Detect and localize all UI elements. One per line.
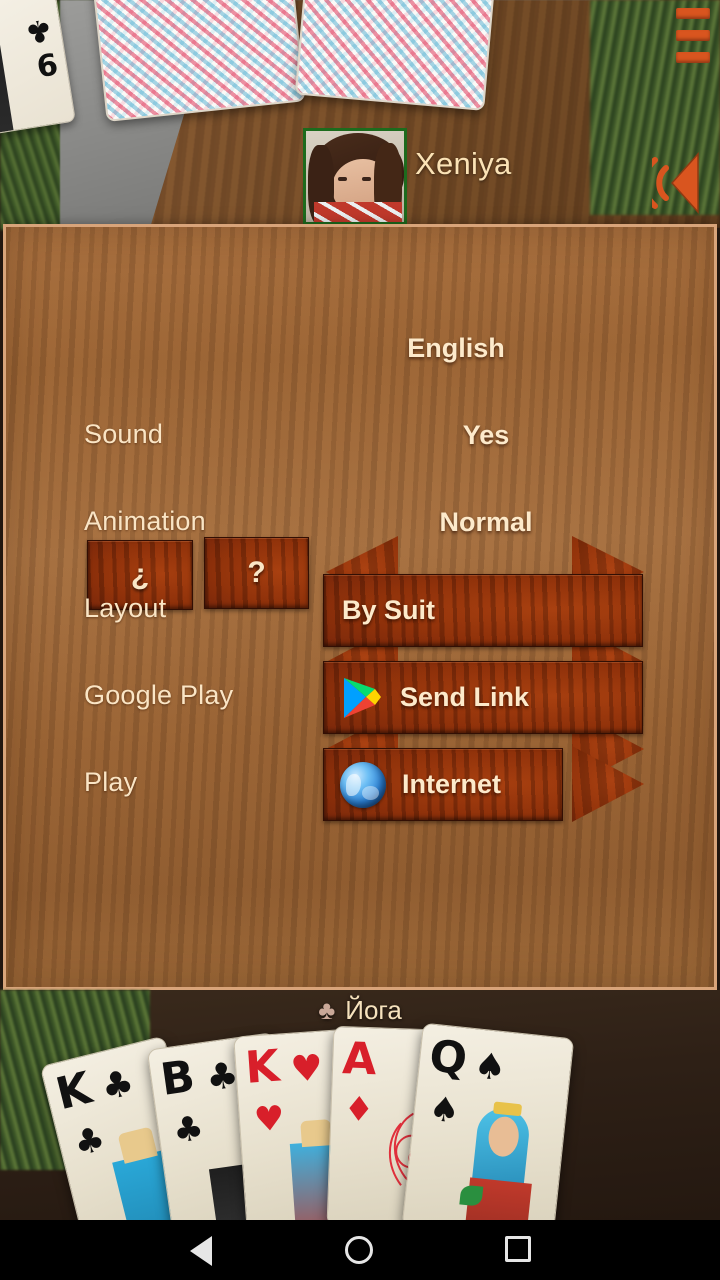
club-suit-icon: ♣ (318, 995, 336, 1025)
game-scene: ♣ 9 Xeniya ¿ ? English Sound Yes Animati… (0, 0, 720, 1220)
language-value: English (407, 333, 505, 363)
internet-button[interactable]: Internet (323, 748, 563, 821)
what-button[interactable]: ? (204, 537, 309, 609)
card-back (88, 0, 306, 122)
what-button-label: ? (247, 556, 266, 589)
card-suit: ♠ (471, 1045, 509, 1090)
google-play-label: Google Play (84, 680, 234, 710)
animation-label: Animation (84, 506, 206, 536)
card-suit: ♥ (289, 1047, 325, 1091)
settings-panel: ¿ ? English Sound Yes Animation Normal L… (3, 224, 717, 1181)
card-rank: A (341, 1033, 378, 1086)
play-label: Play (84, 767, 138, 797)
hand-title-text: Йога (345, 995, 402, 1025)
player-name: Xeniya (415, 146, 512, 181)
card-art (458, 1099, 565, 1220)
card-rank: B (157, 1050, 198, 1106)
card-back (294, 0, 500, 111)
layout-button[interactable]: By Suit (323, 574, 643, 647)
card-suit: ♣ (97, 1061, 139, 1110)
home-button[interactable] (345, 1236, 375, 1266)
send-link-value: Send Link (400, 682, 530, 712)
hand-title: ♣ Йога (0, 995, 720, 1026)
animation-value: Normal (439, 507, 533, 537)
recents-button[interactable] (505, 1236, 535, 1266)
send-link-button[interactable]: Send Link (323, 661, 643, 734)
hand-card[interactable]: Q ♠ ♠ (401, 1022, 575, 1220)
android-navigation-bar (0, 1220, 720, 1280)
internet-value: Internet (402, 769, 502, 799)
google-play-icon (342, 676, 382, 720)
layout-value: By Suit (342, 595, 436, 625)
card-suit: ♠ (427, 1088, 462, 1132)
globe-icon (340, 761, 386, 808)
player-header: Xeniya (0, 118, 720, 225)
card-rank: K (243, 1040, 282, 1094)
card-rank: Q (427, 1030, 470, 1086)
sound-value: Yes (462, 420, 510, 450)
hamburger-menu-icon[interactable] (676, 8, 710, 64)
sound-label: Sound (84, 419, 164, 449)
layout-label: Layout (84, 593, 167, 623)
card-rank: K (51, 1062, 97, 1121)
back-button[interactable] (190, 1236, 220, 1266)
avatar[interactable] (303, 128, 407, 225)
